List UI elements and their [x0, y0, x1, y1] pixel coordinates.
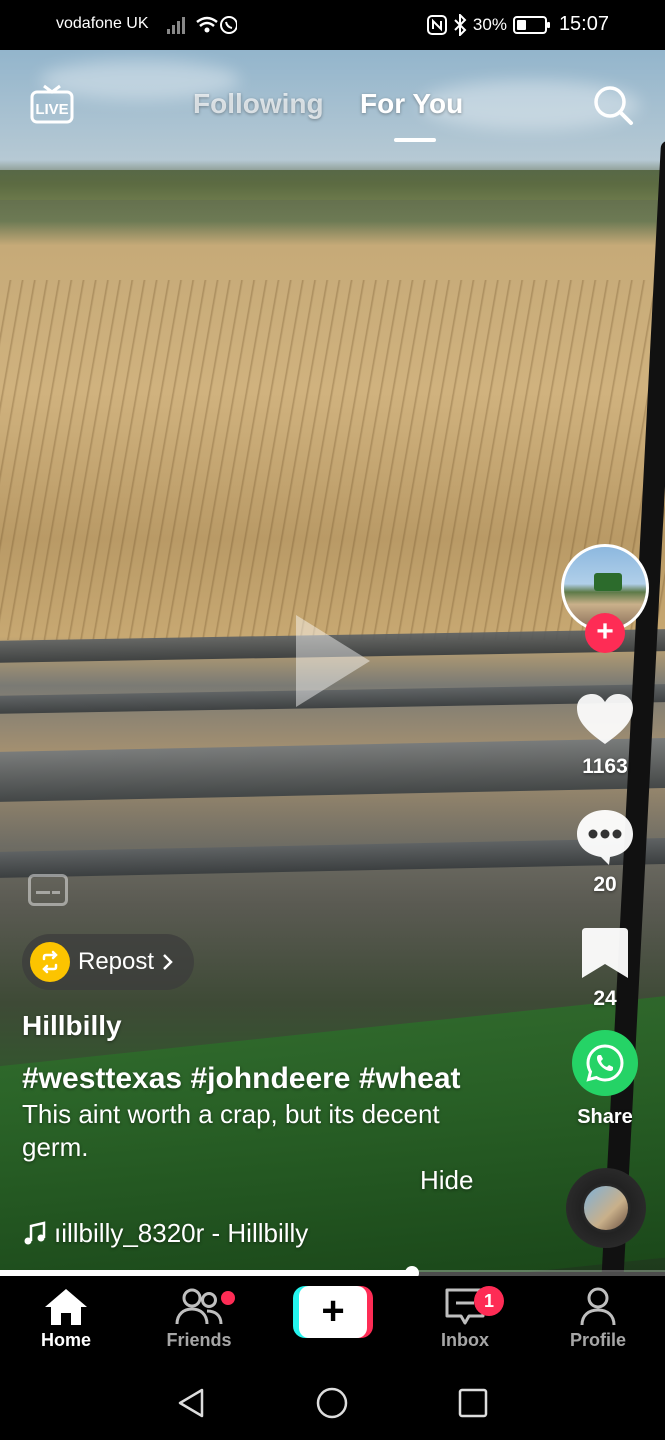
battery-icon [512, 15, 550, 34]
inbox-badge: 1 [474, 1286, 504, 1316]
chevron-right-icon [163, 954, 173, 970]
clock: 15:07 [558, 13, 609, 35]
like-button[interactable]: 1163 [565, 692, 645, 779]
create-button[interactable]: + [293, 1286, 373, 1338]
nav-home[interactable]: Home [11, 1284, 121, 1351]
bookmark-count: 24 [593, 987, 617, 1010]
repost-icon [30, 942, 70, 982]
bottom-nav: Home Friends + Inbox 1 Profile [0, 1276, 665, 1364]
nav-profile[interactable]: Profile [543, 1284, 653, 1351]
play-icon[interactable] [296, 615, 370, 707]
friends-notification-dot [221, 1291, 235, 1305]
top-nav: LIVE Following For You [0, 50, 665, 160]
search-icon[interactable] [592, 84, 634, 126]
home-icon [45, 1289, 87, 1325]
sound-title: ıillbilly_8320r - Hillbilly [54, 1218, 309, 1248]
friends-icon [175, 1288, 223, 1325]
plus-icon: + [299, 1286, 367, 1338]
battery-percent: 30% [472, 14, 507, 34]
nav-home-label: Home [40, 1330, 91, 1350]
bookmark-icon [582, 928, 628, 978]
system-nav-bar [0, 1364, 665, 1440]
nav-friends[interactable]: Friends [144, 1284, 254, 1351]
hashtags[interactable]: #westtexas #johndeere #wheat [22, 1062, 461, 1096]
nav-inbox-label: Inbox [441, 1330, 489, 1350]
author-name[interactable]: Hillbilly [22, 1010, 122, 1042]
music-disc[interactable] [566, 1168, 646, 1248]
nav-inbox[interactable]: Inbox 1 [410, 1284, 520, 1351]
post-description: This aint worth a crap, but its decent g… [22, 1099, 440, 1162]
live-icon[interactable]: LIVE [30, 82, 74, 126]
whatsapp-icon [586, 1044, 624, 1082]
nfc-icon [426, 14, 447, 35]
bookmark-button[interactable]: 24 [565, 926, 645, 1011]
status-bar: vodafone UK 30% 15:07 [0, 0, 665, 50]
hide-button[interactable]: Hide [420, 1165, 473, 1196]
carrier-name: vodafone UK [56, 15, 149, 32]
live-label: LIVE [35, 101, 68, 118]
repost-chip[interactable]: Repost [22, 934, 195, 990]
share-button[interactable]: Share [565, 1030, 645, 1129]
heart-icon [577, 694, 633, 744]
signal-icon [167, 16, 237, 34]
captions-icon[interactable] [28, 874, 68, 906]
comment-count: 20 [593, 873, 617, 896]
profile-icon [580, 1287, 616, 1326]
back-icon[interactable] [174, 1386, 208, 1420]
sound-link[interactable]: ıillbilly_8320r - Hillbilly [22, 1218, 308, 1249]
status-right-group: 30% 15:07 [426, 13, 609, 36]
active-tab-indicator [394, 138, 436, 142]
nav-friends-label: Friends [166, 1330, 232, 1350]
tab-for-you[interactable]: For You [360, 88, 463, 120]
comment-icon [577, 810, 633, 865]
share-label: Share [577, 1106, 633, 1128]
repost-label: Repost [78, 948, 155, 975]
like-count: 1163 [582, 755, 628, 778]
bluetooth-icon [454, 13, 467, 36]
follow-button[interactable]: + [585, 613, 625, 653]
tab-following[interactable]: Following [193, 88, 324, 120]
nav-profile-label: Profile [569, 1330, 626, 1350]
recents-icon[interactable] [456, 1386, 490, 1420]
comment-button[interactable]: 20 [565, 808, 645, 897]
music-note-icon [24, 1220, 46, 1244]
home-circle-icon[interactable] [315, 1386, 349, 1420]
